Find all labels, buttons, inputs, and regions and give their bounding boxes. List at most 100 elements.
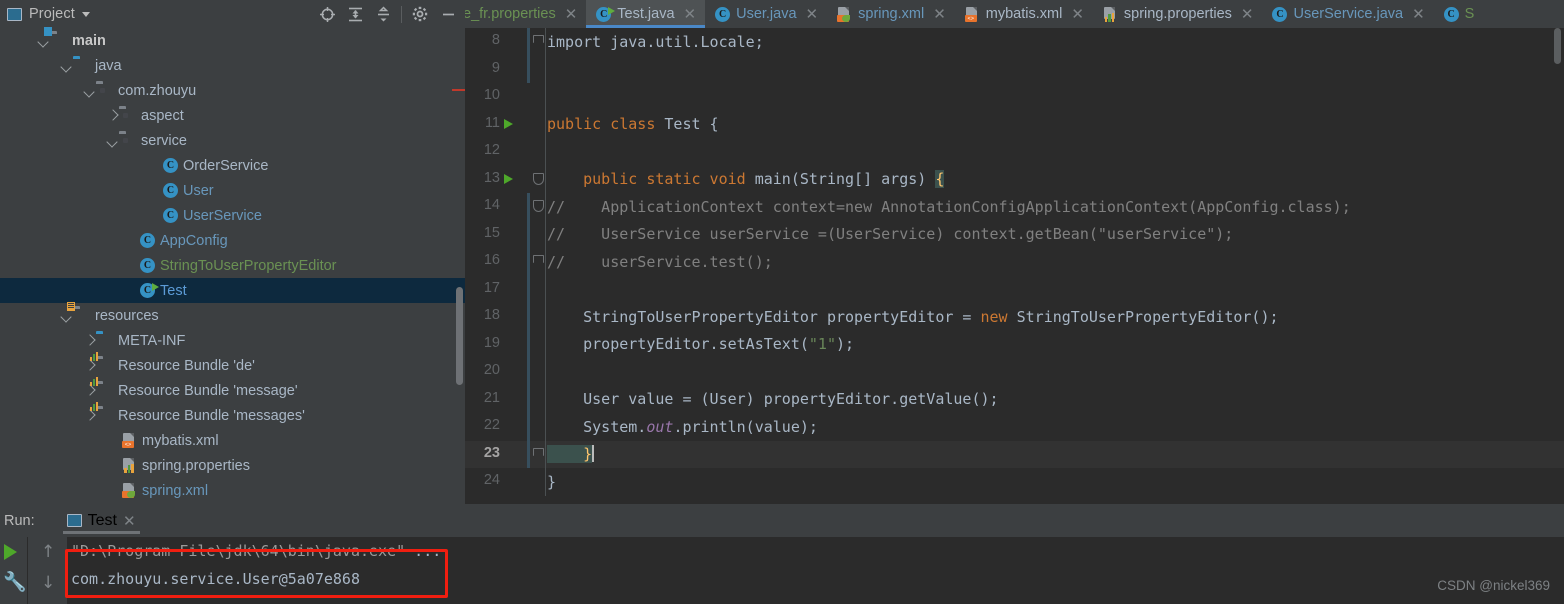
tree-item[interactable]: main [0, 26, 465, 53]
code-line[interactable]: 22 System.out.println(value); [465, 413, 1564, 441]
tree-item[interactable]: META-INF [0, 328, 465, 353]
rerun-play-icon[interactable] [4, 544, 17, 560]
tree-item[interactable]: C StringToUserPropertyEditor [0, 253, 465, 278]
editor-gutter[interactable]: 12 [465, 138, 530, 166]
wrench-icon[interactable]: 🔧 [3, 573, 27, 592]
close-icon[interactable]: ✕ [806, 7, 819, 22]
close-icon[interactable]: ✕ [684, 7, 697, 22]
run-gutter-icon[interactable] [504, 173, 513, 184]
code-line[interactable]: 11 public class Test { [465, 110, 1564, 139]
fold-end-icon[interactable] [533, 447, 544, 460]
editor-tab[interactable]: spring.xml ✕ [827, 0, 955, 28]
code-line[interactable]: 10 [465, 83, 1564, 111]
code-editor[interactable]: 8 import java.util.Locale; 9 10 11 public cla… [465, 28, 1564, 504]
code-line[interactable]: 23 } [465, 440, 1564, 468]
code-line[interactable]: 16 // userService.test(); [465, 248, 1564, 276]
editor-gutter[interactable]: 21 [465, 385, 530, 413]
code-line[interactable]: 12 [465, 138, 1564, 166]
close-icon[interactable]: ✕ [565, 7, 578, 22]
collapse-all-icon[interactable] [370, 1, 396, 27]
tree-item-selected[interactable]: C Test [0, 278, 465, 303]
tree-item[interactable]: aspect [0, 103, 465, 128]
tree-item[interactable]: C UserService [0, 203, 465, 228]
fold-end-icon[interactable] [533, 35, 544, 47]
fold-collapse-icon[interactable] [533, 200, 544, 212]
run-gutter-icon[interactable] [504, 118, 513, 129]
tree-item[interactable]: service [0, 128, 465, 153]
settings-gear-icon[interactable] [407, 1, 433, 27]
tree-item[interactable]: Resource Bundle 'messages' [0, 401, 465, 428]
chevron-down-icon[interactable] [60, 309, 73, 322]
project-tree[interactable]: main java com.zhouyu aspect service C OrderSer… [0, 26, 465, 504]
code-line[interactable]: 20 [465, 358, 1564, 386]
editor-gutter[interactable]: 18 [465, 303, 530, 331]
hide-window-icon[interactable] [435, 1, 461, 27]
editor-tab[interactable]: <> mybatis.xml ✕ [954, 0, 1093, 28]
chevron-down-icon[interactable] [106, 134, 119, 147]
fold-collapse-icon[interactable] [533, 172, 544, 185]
editor-tab[interactable]: C Test.java ✕ [586, 0, 706, 28]
locate-icon[interactable] [314, 1, 340, 27]
code-line[interactable]: 18 StringToUserPropertyEditor propertyEd… [465, 303, 1564, 331]
editor-gutter[interactable]: 24 [465, 468, 530, 496]
tree-item[interactable]: java [0, 53, 465, 78]
scroll-up-icon[interactable]: ↑ [41, 542, 55, 562]
tree-item[interactable]: resources [0, 301, 465, 328]
project-tree-scrollbar[interactable] [456, 287, 463, 385]
tree-item[interactable]: Resource Bundle 'message' [0, 376, 465, 403]
chevron-down-icon[interactable] [37, 34, 50, 47]
editor-gutter[interactable]: 14 [465, 193, 530, 221]
editor-tab[interactable]: C UserService.java ✕ [1262, 0, 1434, 28]
code-line[interactable]: 19 propertyEditor.setAsText("1"); [465, 330, 1564, 358]
tree-item[interactable]: C AppConfig [0, 228, 465, 253]
chevron-right-icon[interactable] [83, 359, 96, 372]
editor-gutter[interactable]: 23 [465, 440, 530, 468]
editor-tab[interactable]: CS [1433, 0, 1484, 28]
chevron-right-icon[interactable] [83, 409, 96, 422]
tree-item[interactable]: <> mybatis.xml [0, 428, 465, 453]
code-line[interactable]: 15 // UserService userService =(UserServi… [465, 220, 1564, 248]
editor-gutter[interactable]: 15 [465, 220, 530, 248]
code-line[interactable]: 8 import java.util.Locale; [465, 28, 1564, 56]
close-icon[interactable]: ✕ [933, 7, 946, 22]
close-icon[interactable]: ✕ [123, 512, 136, 530]
editor-tab[interactable]: spring.properties ✕ [1092, 0, 1263, 28]
run-tab-test[interactable]: Test ✕ [62, 504, 140, 537]
editor-scrollbar[interactable] [1554, 28, 1561, 64]
close-icon[interactable]: ✕ [1412, 7, 1425, 22]
expand-all-icon[interactable] [342, 1, 368, 27]
scroll-down-icon[interactable]: ↓ [41, 573, 55, 593]
code-line[interactable]: 21 User value = (User) propertyEditor.ge… [465, 385, 1564, 413]
tree-item[interactable]: Resource Bundle 'de' [0, 351, 465, 378]
fold-end-icon[interactable] [533, 255, 544, 267]
tree-item[interactable]: com.zhouyu [0, 78, 465, 103]
code-line[interactable]: 14 // ApplicationContext context=new Anno… [465, 193, 1564, 221]
editor-gutter[interactable]: 16 [465, 248, 530, 276]
editor-gutter[interactable]: 8 [465, 28, 530, 56]
editor-tab[interactable]: e_fr.properties ✕ [465, 0, 587, 28]
chevron-down-icon[interactable] [81, 11, 90, 17]
chevron-down-icon[interactable] [83, 84, 96, 97]
tree-item[interactable]: spring.properties [0, 453, 465, 478]
close-icon[interactable]: ✕ [1071, 7, 1084, 22]
close-icon[interactable]: ✕ [1241, 7, 1254, 22]
console-output[interactable]: "D:\Program File\jdk\64\bin\java.exe" ..… [67, 537, 1564, 604]
editor-gutter[interactable]: 20 [465, 358, 530, 386]
editor-gutter[interactable]: 19 [465, 330, 530, 358]
editor-gutter[interactable]: 17 [465, 275, 530, 303]
project-title-group[interactable]: Project [0, 6, 90, 22]
chevron-right-icon[interactable] [83, 334, 96, 347]
tree-item[interactable]: spring.xml [0, 478, 465, 503]
chevron-right-icon[interactable] [106, 109, 119, 122]
code-line[interactable]: 24} [465, 468, 1564, 496]
code-line[interactable]: 9 [465, 55, 1564, 83]
code-line[interactable]: 13 public static void main(String[] args… [465, 165, 1564, 194]
editor-gutter[interactable]: 11 [465, 111, 530, 139]
tree-item[interactable]: C OrderService [0, 153, 465, 178]
editor-tab[interactable]: C User.java ✕ [705, 0, 828, 28]
chevron-down-icon[interactable] [60, 59, 73, 72]
editor-gutter[interactable]: 22 [465, 413, 530, 441]
chevron-right-icon[interactable] [83, 384, 96, 397]
editor-gutter[interactable]: 13 [465, 166, 530, 194]
tree-item[interactable]: C User [0, 178, 465, 203]
